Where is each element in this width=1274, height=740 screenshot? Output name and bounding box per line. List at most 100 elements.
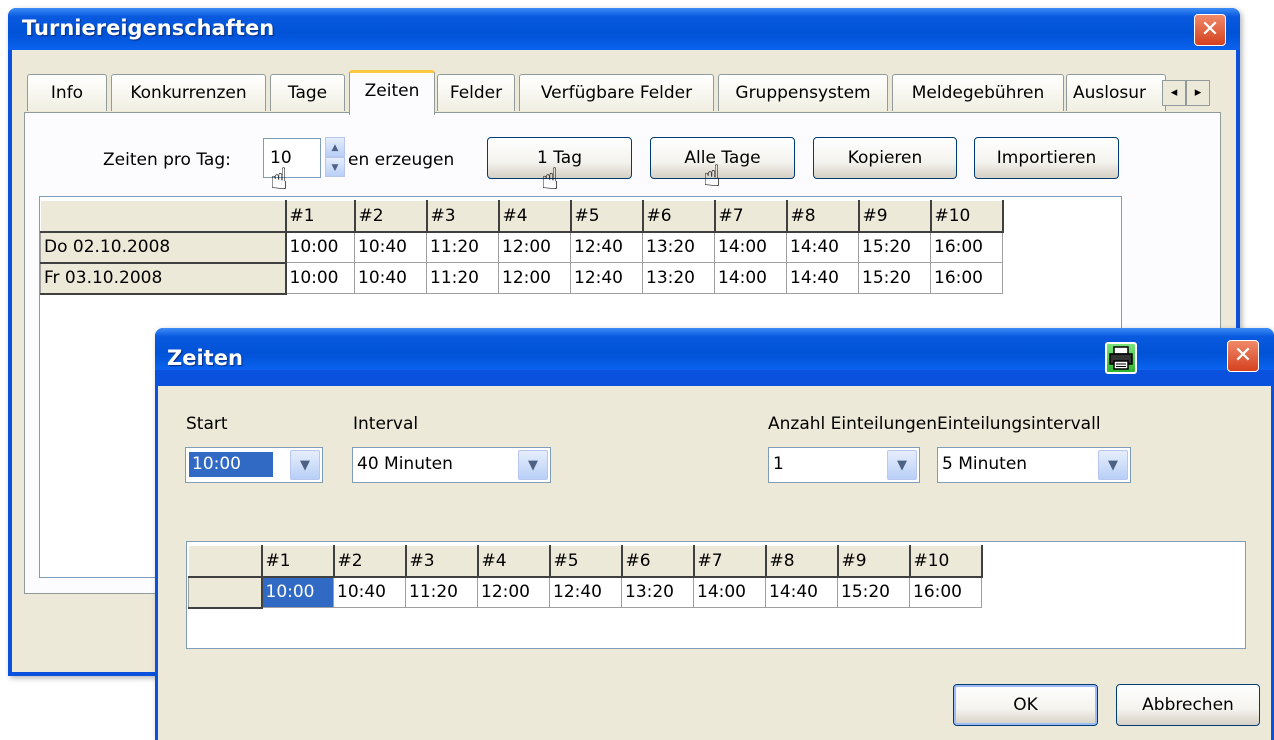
dialog-grid-column-header[interactable]: #7: [693, 545, 767, 578]
grid-column-header[interactable]: #4: [498, 200, 572, 233]
ok-button[interactable]: OK: [953, 684, 1098, 726]
grid-time-cell[interactable]: 16:00: [930, 231, 1003, 263]
grid-time-cell[interactable]: 15:20: [858, 262, 931, 294]
dialog-grid-corner-cell: [188, 545, 263, 578]
interval-combobox[interactable]: 40 Minuten ▼: [352, 447, 551, 483]
grid-time-cell[interactable]: 10:40: [354, 262, 427, 294]
grid-column-header[interactable]: #2: [354, 200, 428, 233]
chevron-down-icon[interactable]: ▼: [518, 450, 548, 480]
dialog-close-button[interactable]: ✕: [1227, 340, 1259, 372]
dialog-grid-time-cell[interactable]: 11:20: [405, 576, 478, 608]
dialog-grid-time-cell[interactable]: 14:40: [765, 576, 838, 608]
tab-meldegebuehren[interactable]: Meldegebühren: [892, 74, 1064, 111]
main-times-table: #1 #2 #3 #4 #5 #6 #7 #8 #9 #10 Do 02.10.…: [40, 200, 1004, 295]
dialog-grid-time-cell[interactable]: 16:00: [909, 576, 982, 608]
dialog-grid-column-header[interactable]: #2: [333, 545, 407, 578]
dialog-grid-time-cell[interactable]: 14:00: [693, 576, 766, 608]
tab-tage[interactable]: Tage: [270, 74, 345, 111]
one-day-button[interactable]: 1 Tag: [487, 137, 632, 179]
dialog-grid-time-cell[interactable]: 15:20: [837, 576, 910, 608]
grid-corner-cell: [40, 200, 287, 233]
dialog-grid-column-header[interactable]: #1: [261, 545, 335, 578]
grid-time-cell[interactable]: 12:40: [570, 231, 643, 263]
grid-time-cell[interactable]: 11:20: [426, 231, 499, 263]
einteilungsintervall-combobox[interactable]: 5 Minuten ▼: [937, 447, 1131, 483]
grid-time-cell[interactable]: 13:20: [642, 262, 715, 294]
grid-time-cell[interactable]: 11:20: [426, 262, 499, 294]
grid-column-header[interactable]: #6: [642, 200, 716, 233]
dialog-grid-time-cell[interactable]: 13:20: [621, 576, 694, 608]
tab-felder[interactable]: Felder: [437, 74, 515, 111]
grid-time-cell[interactable]: 15:20: [858, 231, 931, 263]
grid-row-date[interactable]: Fr 03.10.2008: [40, 262, 287, 295]
chevron-down-icon[interactable]: ▼: [1098, 450, 1128, 480]
cancel-button[interactable]: Abbrechen: [1116, 684, 1260, 726]
tab-auslosung[interactable]: Auslosur: [1066, 74, 1166, 111]
grid-column-header[interactable]: #7: [714, 200, 788, 233]
import-button[interactable]: Importieren: [974, 137, 1119, 179]
main-window-title: Turniereigenschaften: [22, 16, 275, 40]
einteilungsintervall-label: Einteilungsintervall: [937, 414, 1101, 434]
dialog-grid-row-header[interactable]: [188, 576, 263, 609]
main-close-button[interactable]: ✕: [1194, 14, 1226, 46]
start-value: 10:00: [189, 452, 273, 477]
stepper-up-icon[interactable]: ▲: [325, 137, 345, 157]
grid-time-cell[interactable]: 13:20: [642, 231, 715, 263]
grid-time-cell[interactable]: 10:40: [354, 231, 427, 263]
grid-time-cell[interactable]: 10:00: [285, 262, 355, 294]
tab-info[interactable]: Info: [27, 74, 107, 111]
dialog-grid-time-cell[interactable]: 12:40: [549, 576, 622, 608]
anzahl-einteilungen-combobox[interactable]: 1 ▼: [768, 447, 920, 483]
dialog-grid-column-header[interactable]: #4: [477, 545, 551, 578]
dialog-grid-column-header[interactable]: #5: [549, 545, 623, 578]
grid-time-cell[interactable]: 16:00: [930, 262, 1003, 294]
dialog-grid-time-cell[interactable]: 12:00: [477, 576, 550, 608]
grid-row-date[interactable]: Do 02.10.2008: [40, 231, 287, 264]
hand-cursor-icon: ☝: [270, 162, 289, 197]
tab-gruppensystem[interactable]: Gruppensystem: [718, 74, 888, 111]
chevron-down-icon[interactable]: ▼: [290, 450, 320, 480]
tab-scroll-left-button[interactable]: ◂: [1162, 80, 1186, 106]
print-button[interactable]: [1105, 342, 1137, 374]
start-combobox[interactable]: 10:00 ▼: [185, 447, 323, 483]
tab-verfuegbare-felder[interactable]: Verfügbare Felder: [519, 74, 714, 111]
grid-column-header[interactable]: #3: [426, 200, 500, 233]
dialog-grid-time-cell[interactable]: 10:40: [333, 576, 406, 608]
grid-time-cell[interactable]: 14:40: [786, 231, 859, 263]
grid-time-cell[interactable]: 12:00: [498, 231, 571, 263]
hand-cursor-icon: ☝: [541, 162, 560, 197]
copy-button[interactable]: Kopieren: [813, 137, 957, 179]
dialog-grid-column-header[interactable]: #3: [405, 545, 479, 578]
chevron-down-icon[interactable]: ▼: [887, 450, 917, 480]
start-label: Start: [186, 414, 228, 434]
dialog-grid-column-header[interactable]: #8: [765, 545, 839, 578]
dialog-grid-column-header[interactable]: #9: [837, 545, 911, 578]
grid-column-header[interactable]: #10: [930, 200, 1004, 233]
dialog-grid-column-header[interactable]: #6: [621, 545, 695, 578]
dialog-grid-time-cell-selected[interactable]: 10:00: [261, 576, 334, 608]
tab-konkurrenzen[interactable]: Konkurrenzen: [111, 74, 266, 111]
grid-time-cell[interactable]: 10:00: [285, 231, 355, 263]
table-row: Do 02.10.2008 10:00 10:40 11:20 12:00 12…: [40, 231, 1003, 264]
grid-time-cell[interactable]: 14:00: [714, 231, 787, 263]
printer-icon: [1109, 346, 1133, 370]
grid-column-header[interactable]: #9: [858, 200, 932, 233]
table-row: 10:00 10:40 11:20 12:00 12:40 13:20 14:0…: [188, 576, 982, 609]
zeiten-pro-tag-stepper[interactable]: ▲ ▼: [325, 137, 345, 179]
grid-time-cell[interactable]: 12:00: [498, 262, 571, 294]
grid-time-cell[interactable]: 14:40: [786, 262, 859, 294]
anzahl-einteilungen-label: Anzahl Einteilungen: [768, 414, 938, 434]
stepper-down-icon[interactable]: ▼: [325, 157, 345, 177]
grid-column-header[interactable]: #8: [786, 200, 860, 233]
dialog-grid-column-header[interactable]: #10: [909, 545, 983, 578]
grid-column-header[interactable]: #5: [570, 200, 644, 233]
grid-column-header[interactable]: #1: [285, 200, 356, 233]
grid-time-cell[interactable]: 12:40: [570, 262, 643, 294]
all-days-button[interactable]: Alle Tage: [650, 137, 795, 179]
tab-zeiten[interactable]: Zeiten: [349, 70, 435, 115]
dialog-title: Zeiten: [167, 346, 243, 370]
grid-time-cell[interactable]: 14:00: [714, 262, 787, 294]
tab-scroll-right-button[interactable]: ▸: [1186, 80, 1210, 106]
interval-value: 40 Minuten: [357, 454, 453, 474]
erzeugen-label: en erzeugen: [348, 150, 455, 170]
